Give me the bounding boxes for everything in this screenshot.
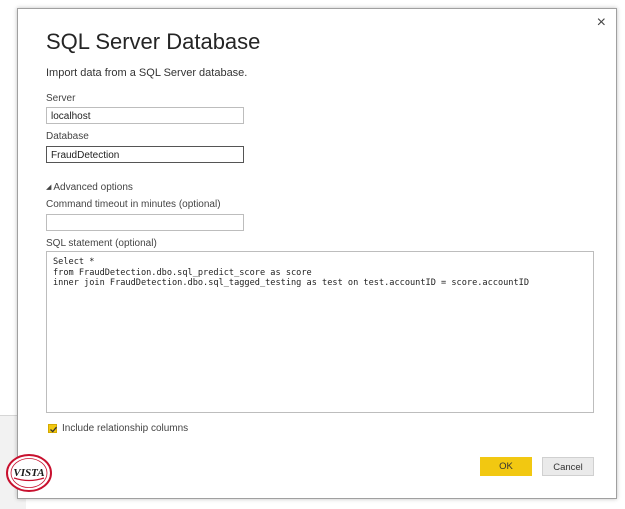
advanced-options-label: Advanced options [53, 182, 133, 193]
dialog-title: SQL Server Database [46, 29, 261, 54]
database-input[interactable]: FraudDetection [46, 146, 244, 163]
collapse-triangle-icon: ◢ [46, 184, 52, 191]
vista-logo-text: VISTA [13, 467, 44, 479]
close-icon[interactable]: × [597, 15, 606, 31]
include-relationship-checkbox[interactable] [48, 424, 57, 433]
page: × SQL Server Database Import data from a… [0, 0, 625, 509]
advanced-options-toggle[interactable]: ◢ Advanced options [46, 182, 133, 193]
include-relationship-row[interactable]: Include relationship columns [48, 423, 188, 434]
check-icon [50, 426, 57, 433]
sql-statement-textarea[interactable]: Select * from FraudDetection.dbo.sql_pre… [46, 251, 594, 413]
dialog-subtitle: Import data from a SQL Server database. [46, 67, 248, 79]
sql-statement-label: SQL statement (optional) [46, 238, 157, 249]
timeout-label: Command timeout in minutes (optional) [46, 199, 221, 210]
timeout-input[interactable] [46, 214, 244, 231]
ok-button[interactable]: OK [480, 457, 532, 476]
database-label: Database [46, 131, 89, 142]
server-input[interactable]: localhost [46, 107, 244, 124]
cancel-button[interactable]: Cancel [542, 457, 594, 476]
include-relationship-label: Include relationship columns [62, 423, 189, 434]
sql-server-database-dialog: × SQL Server Database Import data from a… [17, 8, 617, 499]
server-label: Server [46, 93, 76, 104]
vista-logo-icon: VISTA [6, 454, 52, 492]
